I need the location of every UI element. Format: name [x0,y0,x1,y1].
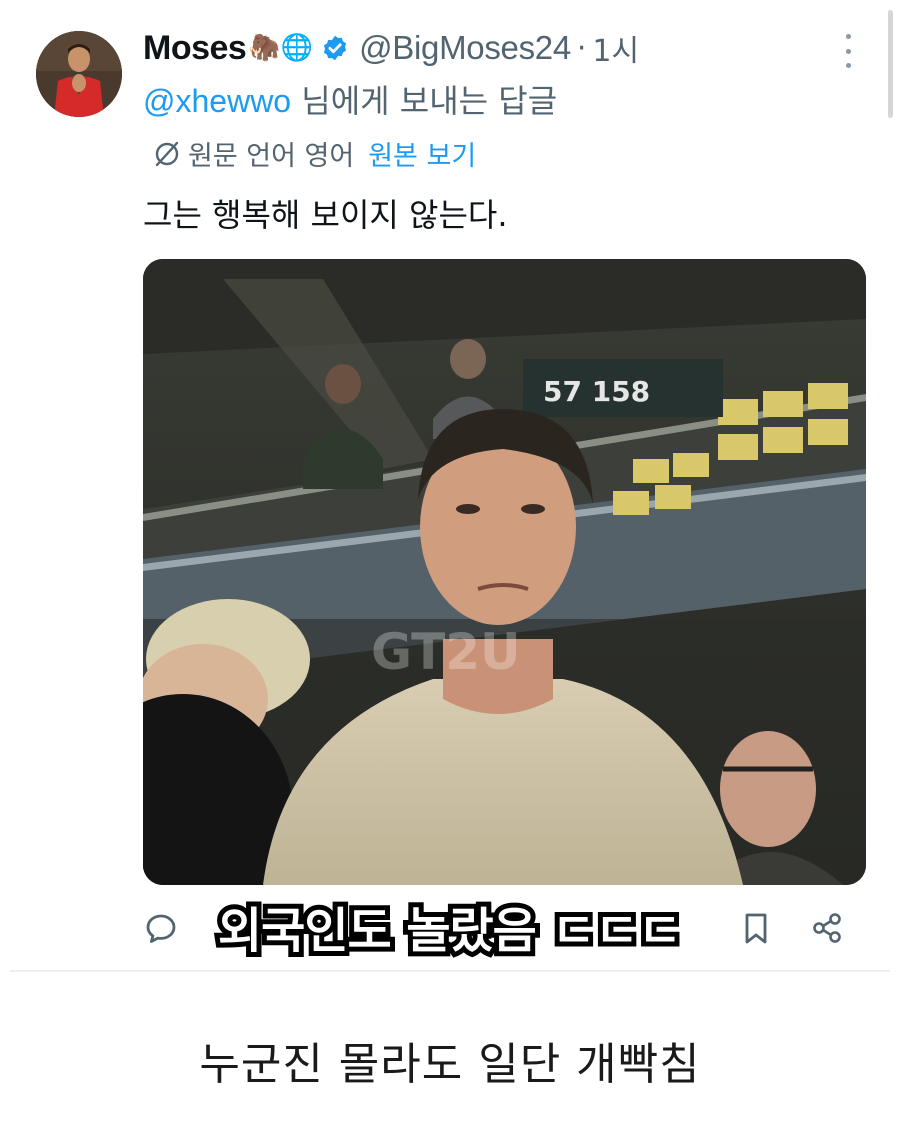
translation-row: 원문 언어 영어 원본 보기 [152,134,476,173]
reply-to-handle[interactable]: @xhewwo [143,83,291,119]
user-handle[interactable]: @BigMoses24 [359,29,571,67]
divider [10,970,890,972]
media-watermark: GT2U [371,623,521,681]
translation-label: 원문 언어 영어 [188,141,355,172]
bookmark-icon[interactable] [738,910,774,946]
tweet-text: 그는 행복해 보이지 않는다. [143,196,508,234]
more-icon[interactable] [836,34,860,68]
sign-text: 57 158 [543,375,650,408]
overlay-caption: 외국인도 놀랐음 ㄷㄷㄷ [213,898,687,964]
scrollbar[interactable] [888,10,893,118]
view-original-link[interactable]: 원본 보기 [368,134,476,173]
translate-icon [155,141,179,166]
reply-to-suffix: 님에게 보내는 답글 [291,82,558,120]
share-icon[interactable] [809,910,845,946]
reply-icon[interactable] [143,910,179,946]
bottom-caption: 누군진 몰라도 일단 개빡침 [199,1039,701,1090]
display-name[interactable]: Moses [143,29,247,68]
tweet-media-image[interactable]: 57 158 GT2U [143,259,866,885]
tweet-header: Moses 🦣🌐 @BigMoses24 · 1시 [143,26,639,70]
avatar[interactable] [36,31,122,117]
reply-context: @xhewwo 님에게 보내는 답글 [143,76,557,122]
verified-badge-icon [323,35,347,61]
timestamp[interactable]: 1시 [592,26,639,70]
name-emojis: 🦣🌐 [248,33,314,63]
separator-dot: · [576,30,587,66]
